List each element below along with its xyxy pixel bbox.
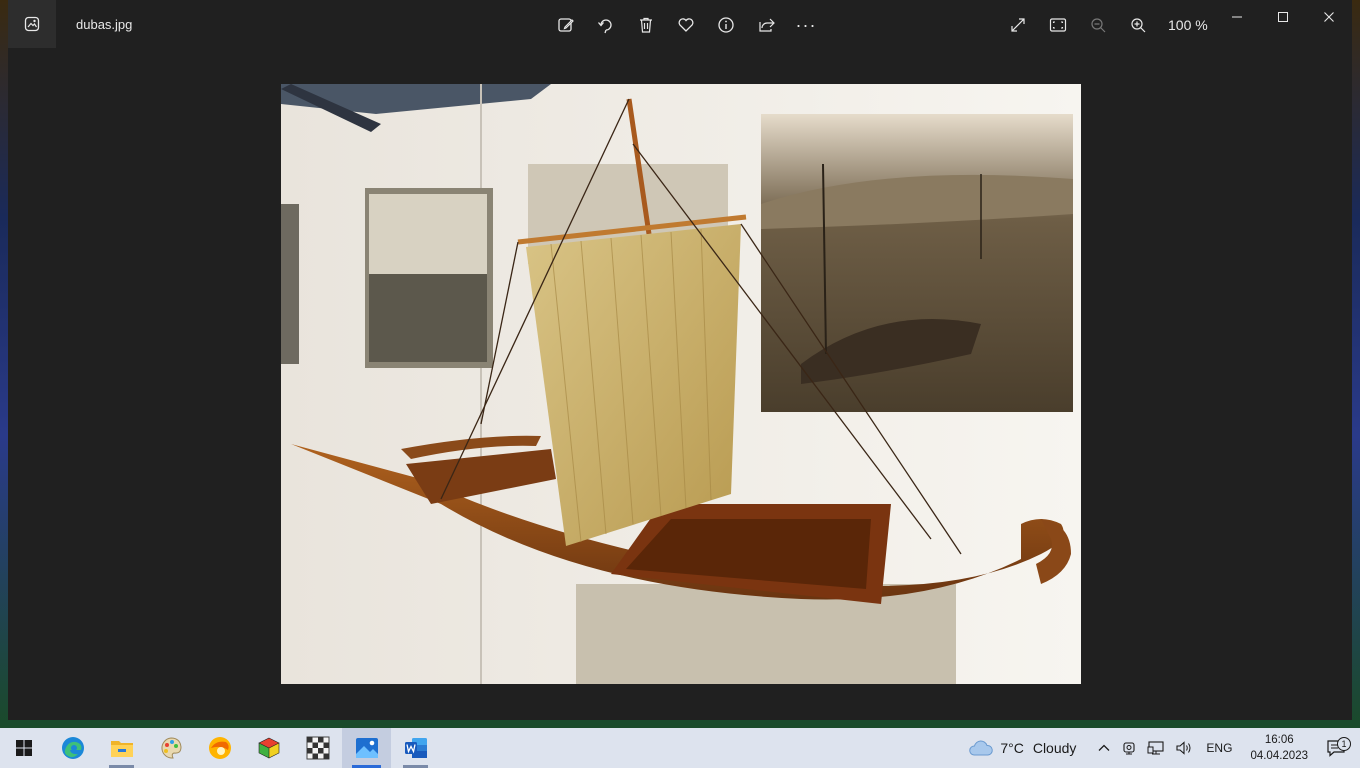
clock-date: 04.04.2023 bbox=[1250, 750, 1308, 762]
chevron-up-icon bbox=[1098, 744, 1110, 751]
start-button[interactable] bbox=[0, 728, 48, 768]
photos-app-icon[interactable] bbox=[8, 0, 56, 48]
word-icon bbox=[404, 738, 427, 758]
minimize-button[interactable] bbox=[1214, 0, 1260, 34]
trash-icon[interactable] bbox=[628, 9, 664, 41]
meet-now-button[interactable] bbox=[1116, 740, 1142, 756]
volume-button[interactable] bbox=[1170, 740, 1198, 756]
paint-taskbar-button[interactable] bbox=[146, 728, 195, 768]
taskbar: 7°C Cloudy ENG 16:06 04.04.2023 1 bbox=[0, 728, 1360, 768]
edit-icon[interactable] bbox=[548, 9, 584, 41]
info-icon[interactable] bbox=[708, 9, 744, 41]
rotate-icon[interactable] bbox=[588, 9, 624, 41]
cube-icon bbox=[257, 737, 280, 759]
photos-app-window: dubas.jpg ··· 100 % bbox=[8, 0, 1352, 720]
view-tools: 100 % bbox=[998, 9, 1220, 41]
volume-icon bbox=[1176, 741, 1191, 755]
network-icon bbox=[1147, 741, 1164, 755]
zoom-level[interactable]: 100 % bbox=[1158, 17, 1220, 33]
displayed-image[interactable] bbox=[281, 84, 1081, 684]
meet-now-icon bbox=[1123, 742, 1135, 755]
maximize-button[interactable] bbox=[1260, 0, 1306, 34]
edge-taskbar-button[interactable] bbox=[48, 728, 97, 768]
browser-icon bbox=[208, 737, 231, 759]
title-bar: dubas.jpg ··· 100 % bbox=[8, 0, 1352, 50]
network-button[interactable] bbox=[1142, 740, 1170, 756]
expand-icon[interactable] bbox=[998, 9, 1038, 41]
weather-description: Cloudy bbox=[1032, 740, 1077, 756]
cloud-icon bbox=[969, 740, 994, 756]
image-toolbar: ··· bbox=[548, 9, 824, 41]
photos-taskbar-button[interactable] bbox=[342, 728, 391, 768]
share-icon[interactable] bbox=[748, 9, 784, 41]
word-taskbar-button[interactable] bbox=[391, 728, 440, 768]
system-tray: 7°C Cloudy ENG 16:06 04.04.2023 1 bbox=[963, 728, 1360, 768]
clock[interactable]: 16:06 04.04.2023 bbox=[1240, 732, 1318, 764]
edge-icon bbox=[61, 737, 84, 759]
weather-temperature: 7°C bbox=[1000, 740, 1024, 756]
close-button[interactable] bbox=[1306, 0, 1352, 34]
file-name: dubas.jpg bbox=[76, 17, 133, 32]
paint-icon bbox=[161, 737, 182, 759]
window-controls bbox=[1214, 0, 1352, 34]
show-hidden-icons-button[interactable] bbox=[1092, 741, 1116, 755]
cube-app-taskbar-button[interactable] bbox=[244, 728, 293, 768]
clock-time: 16:06 bbox=[1264, 734, 1294, 746]
zoom-out-icon[interactable] bbox=[1078, 9, 1118, 41]
notification-count: 1 bbox=[1337, 737, 1351, 751]
zoom-in-icon[interactable] bbox=[1118, 9, 1158, 41]
heart-icon[interactable] bbox=[668, 9, 704, 41]
chess-icon bbox=[306, 736, 329, 760]
windows-icon bbox=[16, 740, 32, 756]
weather-widget[interactable]: 7°C Cloudy bbox=[963, 738, 1092, 758]
file-explorer-taskbar-button[interactable] bbox=[97, 728, 146, 768]
notification-center-button[interactable]: 1 bbox=[1318, 737, 1360, 757]
more-icon[interactable]: ··· bbox=[788, 9, 824, 41]
photos-icon bbox=[355, 738, 378, 758]
language-indicator[interactable]: ENG bbox=[1198, 741, 1240, 755]
browser-taskbar-button[interactable] bbox=[195, 728, 244, 768]
chess-app-taskbar-button[interactable] bbox=[293, 728, 342, 768]
fit-window-icon[interactable] bbox=[1038, 9, 1078, 41]
folder-icon bbox=[110, 741, 133, 757]
